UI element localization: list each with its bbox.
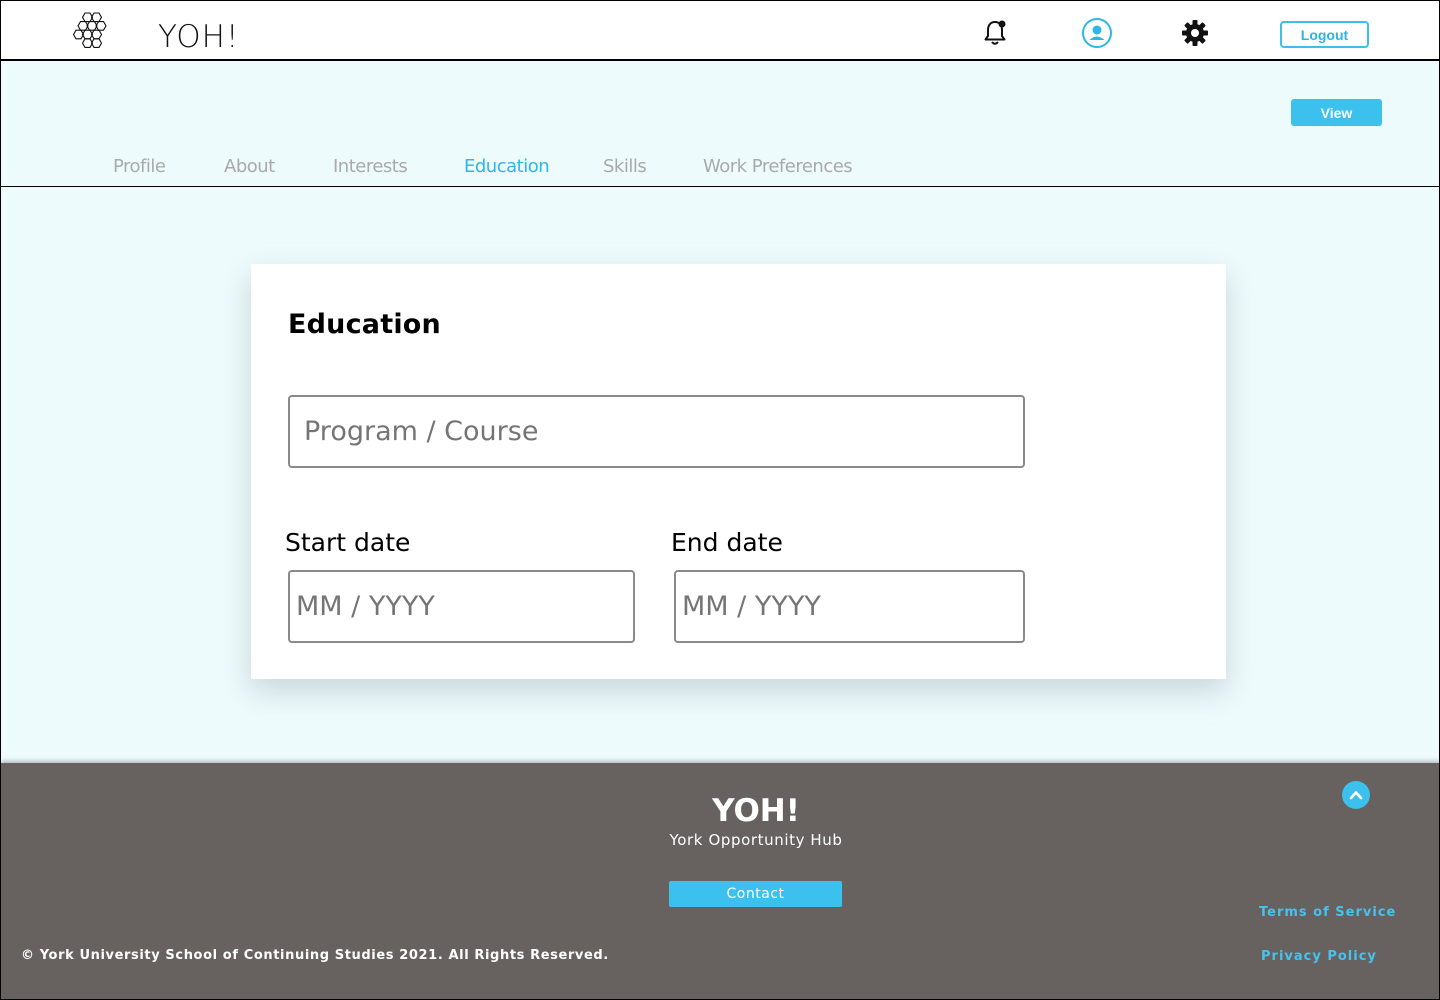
education-card: Education Start date End date bbox=[251, 264, 1226, 679]
footer-subtitle: York Opportunity Hub bbox=[669, 831, 843, 849]
profile-tabs-bar: View Profile About Interests Education S… bbox=[1, 61, 1439, 187]
tab-profile[interactable]: Profile bbox=[113, 156, 166, 177]
privacy-policy-link[interactable]: Privacy Policy bbox=[1261, 949, 1377, 964]
tab-education[interactable]: Education bbox=[464, 156, 550, 177]
user-icon[interactable] bbox=[1081, 17, 1113, 49]
bell-icon[interactable] bbox=[979, 17, 1011, 49]
contact-button[interactable]: Contact bbox=[669, 881, 842, 907]
tab-interests[interactable]: Interests bbox=[333, 156, 408, 177]
top-header: YOH! Logout bbox=[1, 1, 1439, 61]
end-date-input[interactable] bbox=[674, 570, 1025, 643]
brand-title: YOH! bbox=[158, 19, 240, 55]
start-date-label: Start date bbox=[285, 528, 411, 557]
tab-skills[interactable]: Skills bbox=[603, 156, 647, 177]
program-course-input[interactable] bbox=[288, 395, 1025, 468]
gear-icon[interactable] bbox=[1179, 17, 1211, 49]
page: YOH! Logout View Profile About Interests… bbox=[0, 0, 1440, 1000]
scroll-to-top-button[interactable] bbox=[1342, 781, 1370, 809]
footer: YOH! York Opportunity Hub Contact Terms … bbox=[1, 763, 1439, 999]
end-date-label: End date bbox=[671, 528, 783, 557]
start-date-input[interactable] bbox=[288, 570, 635, 643]
education-heading: Education bbox=[288, 309, 441, 340]
tab-about[interactable]: About bbox=[224, 156, 275, 177]
logout-button[interactable]: Logout bbox=[1280, 21, 1369, 48]
tab-work-preferences[interactable]: Work Preferences bbox=[703, 156, 853, 177]
hexagon-logo-icon[interactable] bbox=[71, 9, 111, 49]
copyright-text: © York University School of Continuing S… bbox=[21, 948, 609, 963]
terms-of-service-link[interactable]: Terms of Service bbox=[1259, 905, 1396, 920]
view-button[interactable]: View bbox=[1291, 99, 1382, 126]
footer-brand: YOH! bbox=[712, 793, 800, 829]
chevron-up-icon bbox=[1349, 791, 1363, 800]
